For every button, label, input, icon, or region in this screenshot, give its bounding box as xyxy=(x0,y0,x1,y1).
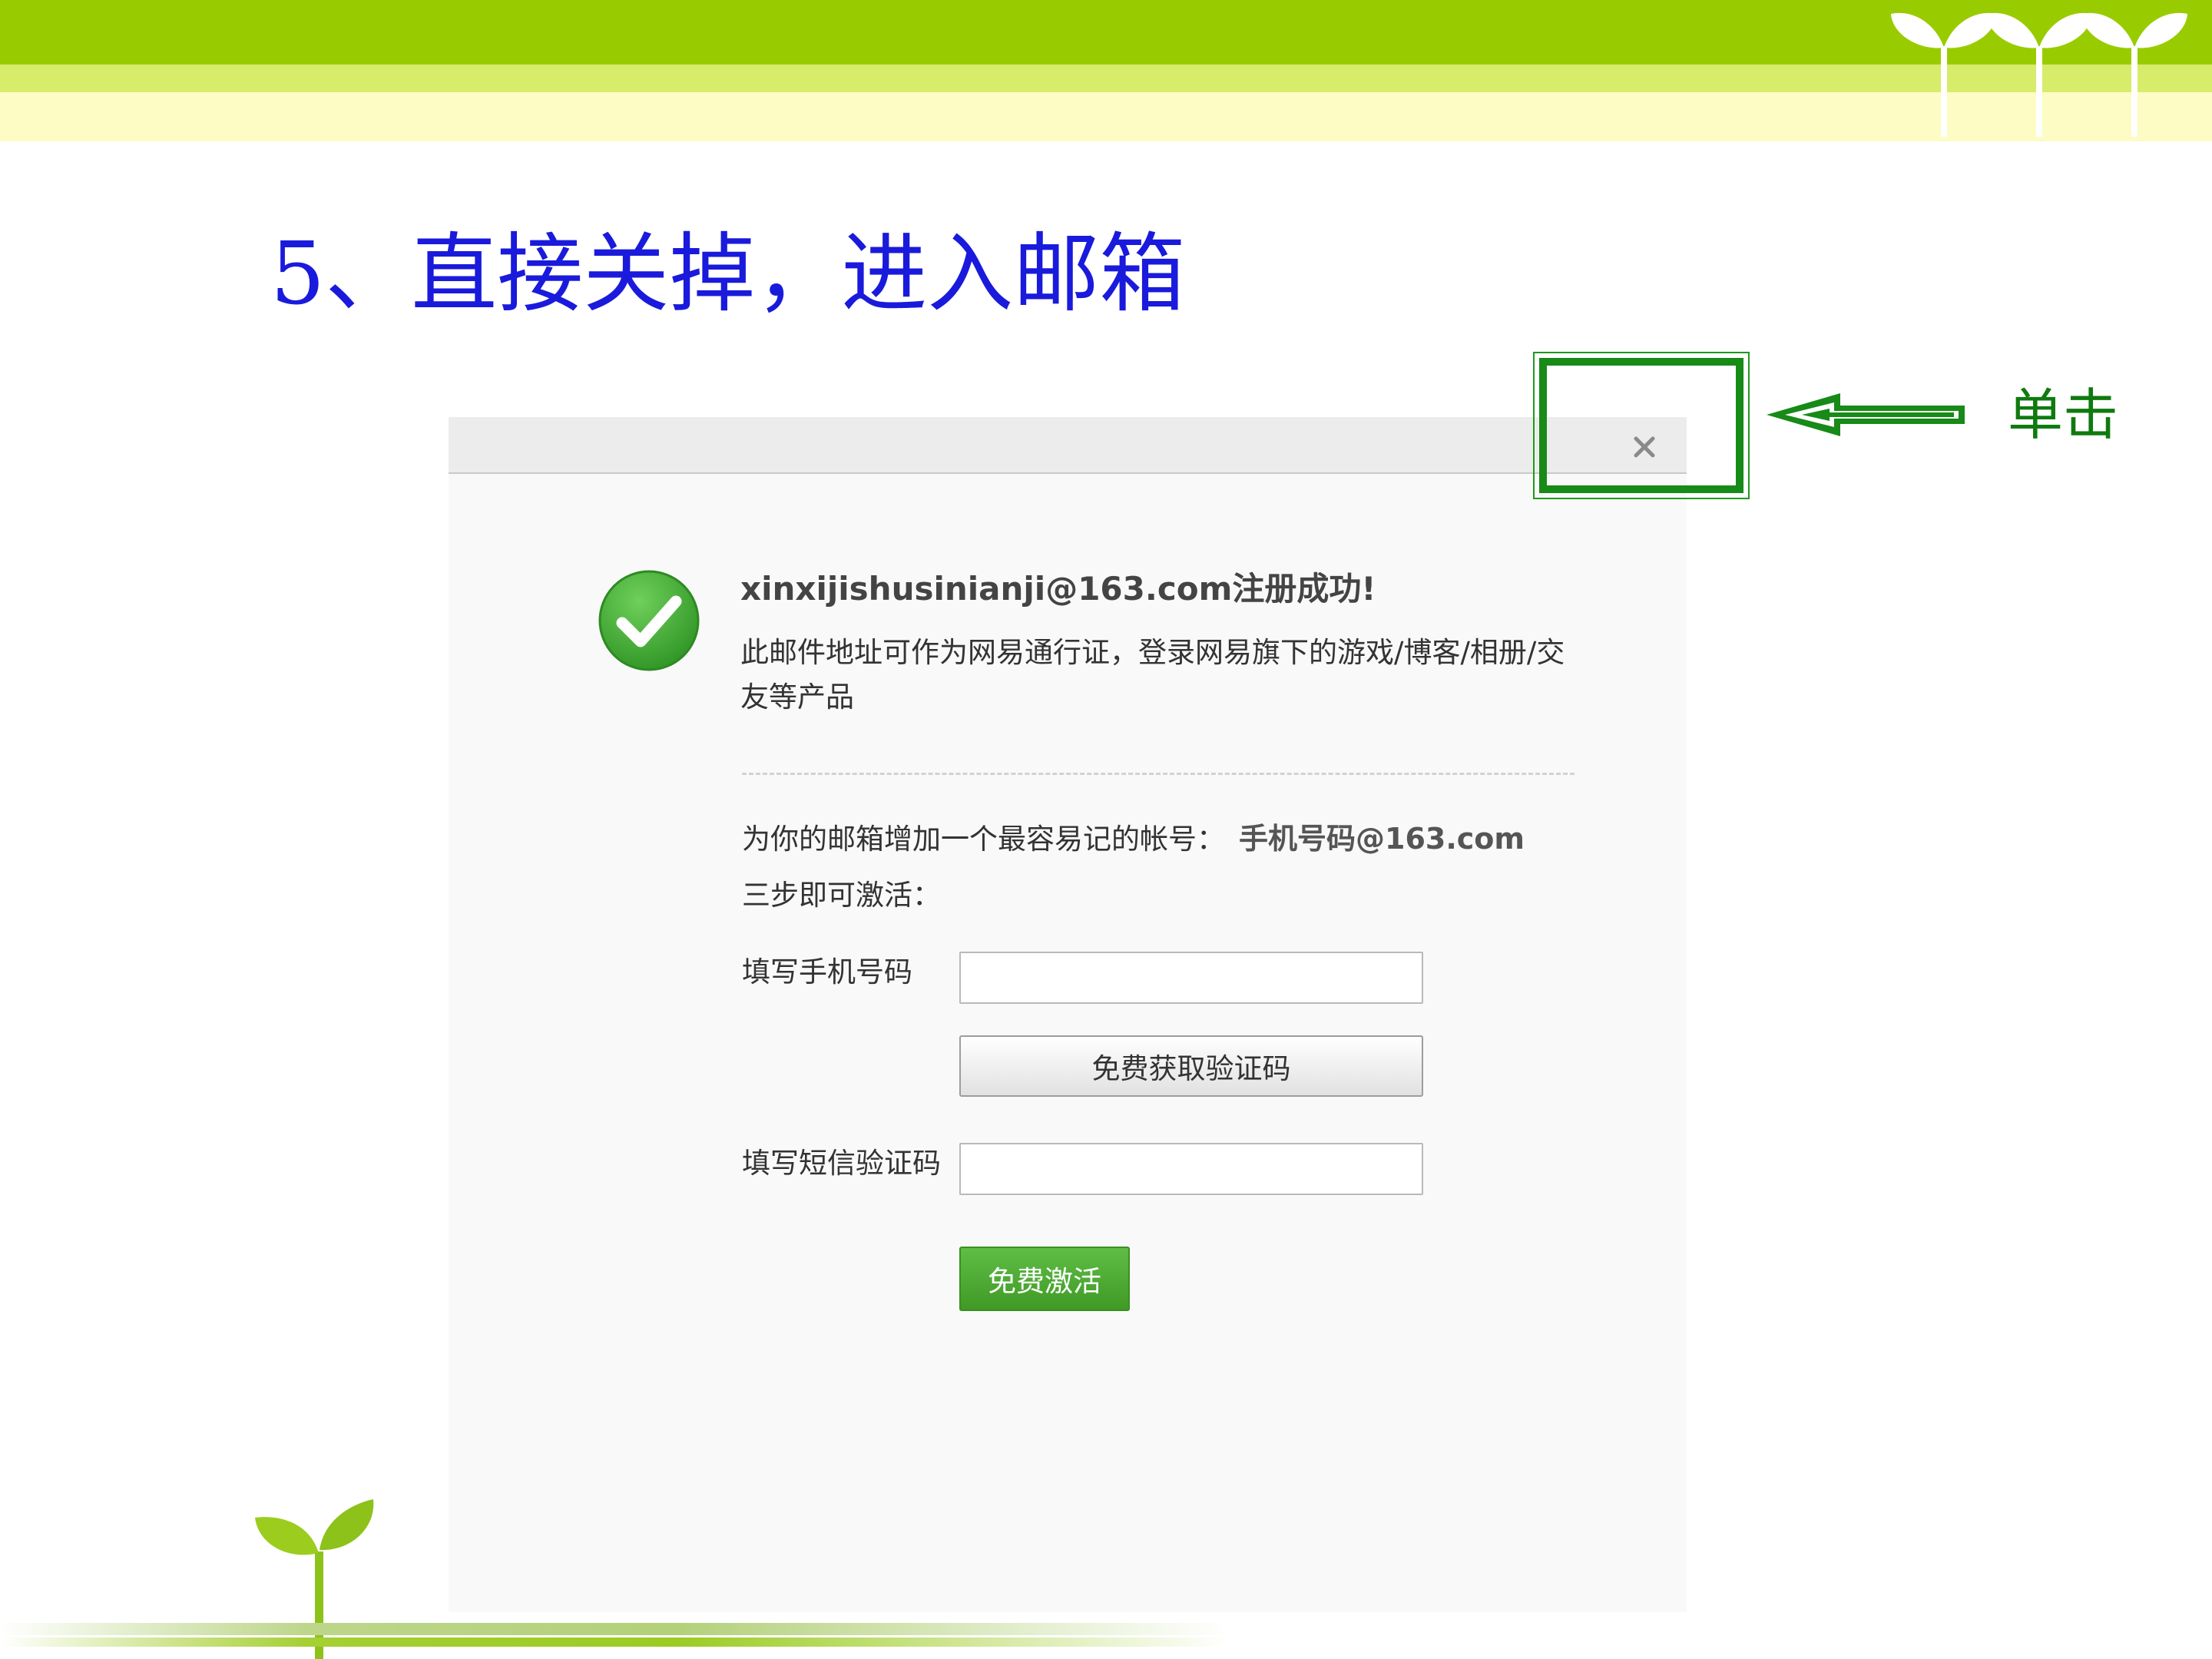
slide-title: 5、直接关掉，进入邮箱 xyxy=(270,224,1186,324)
activate-button[interactable]: 免费激活 xyxy=(959,1247,1130,1311)
success-description: 此邮件地址可作为网易通行证，登录网易旗下的游戏/博客/相册/交友等产品 xyxy=(740,636,1565,714)
arrow-left-icon xyxy=(1767,393,1965,436)
success-title: xinxijishusinianji@163.com注册成功! xyxy=(740,570,1376,608)
top-band-light-green xyxy=(0,65,2212,92)
promo-account: 手机号码@163.com xyxy=(1239,822,1525,856)
steps-text: 三步即可激活： xyxy=(742,879,941,912)
phone-label: 填写手机号码 xyxy=(742,955,912,988)
sprouts-decoration xyxy=(1891,12,2187,137)
sms-code-input[interactable] xyxy=(959,1143,1423,1195)
sms-code-label: 填写短信验证码 xyxy=(742,1147,941,1180)
promo-line: 为你的邮箱增加一个最容易记的帐号： 手机号码@163.com xyxy=(742,820,1525,859)
registration-success-dialog: xinxijishusinianji@163.com注册成功! 此邮件地址可作为… xyxy=(449,417,1687,1612)
dashed-divider xyxy=(742,773,1575,775)
ground-line-light xyxy=(0,1623,1229,1635)
top-band-cream xyxy=(0,92,2212,141)
promo-text: 为你的邮箱增加一个最容易记的帐号： xyxy=(742,823,1225,856)
ground-line xyxy=(0,1637,1229,1647)
top-band-green xyxy=(0,0,2212,65)
dialog-header xyxy=(449,417,1687,474)
check-circle-icon xyxy=(598,570,700,671)
get-code-button[interactable]: 免费获取验证码 xyxy=(959,1035,1423,1097)
click-annotation: 单击 xyxy=(2008,382,2119,447)
phone-input[interactable] xyxy=(959,952,1423,1004)
highlight-box xyxy=(1533,352,1750,499)
